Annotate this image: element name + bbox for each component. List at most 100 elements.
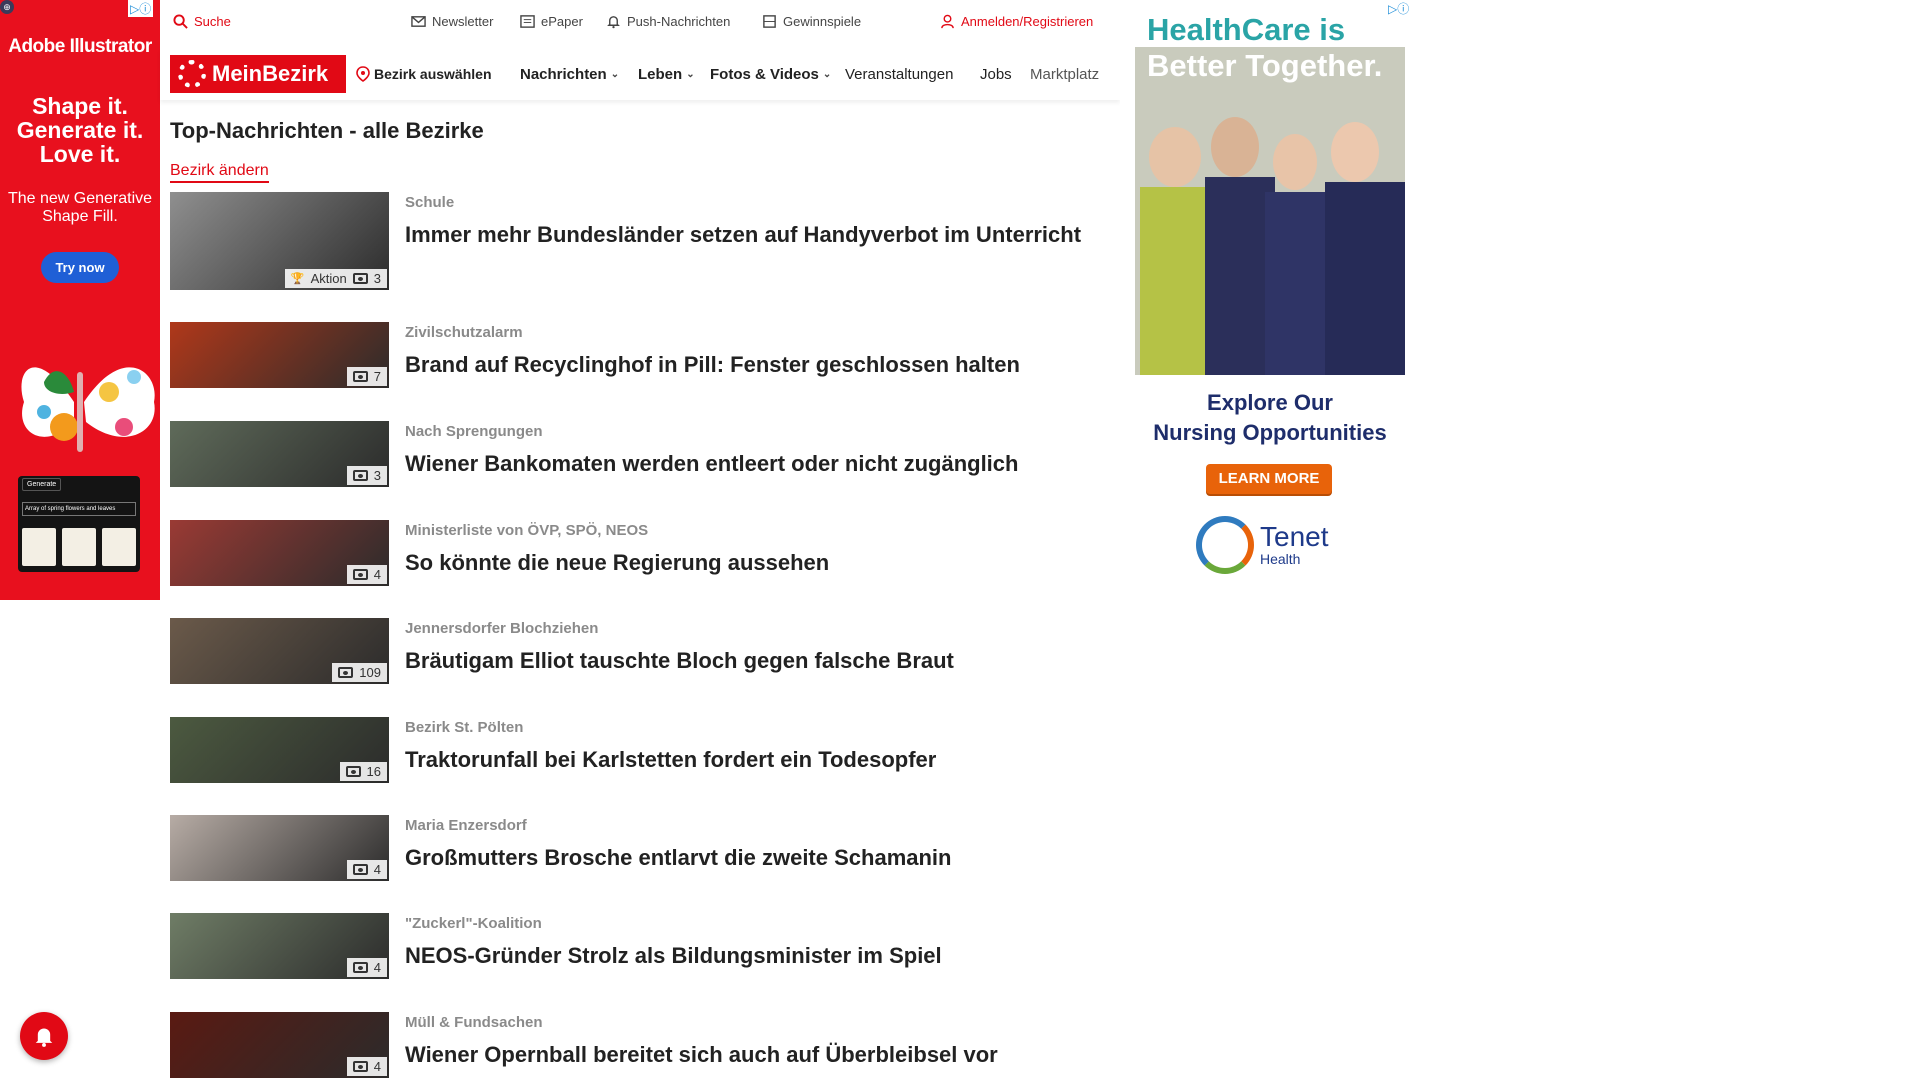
generated-thumbnails (22, 528, 136, 566)
photo-count-badge: 4 (346, 958, 387, 977)
chevron-down-icon: ⌄ (822, 69, 832, 80)
ad-left-banner[interactable]: Adobe Illustrator Shape it. Generate it.… (0, 0, 160, 600)
photo-count-badge: 7 (346, 367, 387, 386)
gift-icon (763, 15, 776, 28)
nav-fotos-videos[interactable]: Fotos & Videos ⌄ (710, 66, 831, 83)
nav-fotos-videos-label: Fotos & Videos (710, 66, 819, 83)
bezirk-select[interactable]: Bezirk auswählen (356, 66, 492, 82)
newsletter-label: Newsletter (432, 14, 494, 29)
article-thumbnail[interactable]: 4 (170, 913, 389, 979)
nav-leben-label: Leben (638, 66, 683, 83)
article-headline[interactable]: Immer mehr Bundesländer setzen auf Handy… (405, 220, 1105, 250)
photo-count-badge: 16 (339, 762, 387, 781)
photo-count-badge: 109 (332, 663, 387, 682)
photo-count-badge: 🏆 Aktion 3 (284, 269, 387, 288)
article-headline[interactable]: Großmutters Brosche entlarvt die zweite … (405, 843, 1105, 873)
tenet-health-logo: Tenet Health (1196, 516, 1329, 574)
nav-nachrichten-label: Nachrichten (520, 66, 607, 83)
ad-right-explore: Explore Our Nursing Opportunities (1120, 388, 1420, 448)
ad-right-headline-1: HealthCare is (1147, 12, 1346, 47)
meinbezirk-logo[interactable]: MeinBezirk (170, 55, 346, 93)
article-kicker: Zivilschutzalarm (405, 324, 523, 341)
bell-icon (35, 1028, 53, 1047)
photo-count: 4 (373, 567, 381, 582)
article-item[interactable]: 3 Nach Sprengungen Wiener Bankomaten werde… (170, 421, 1120, 491)
article-thumbnail[interactable]: 109 (170, 618, 389, 684)
trophy-icon: 🏆 (290, 273, 305, 285)
article-headline[interactable]: So könnte die neue Regierung aussehen (405, 548, 1105, 578)
photo-count: 4 (373, 862, 381, 877)
generate-panel: Generate Array of spring flowers and lea… (18, 476, 140, 572)
article-item[interactable]: 4 Ministerliste von ÖVP, SPÖ, NEOS So könn… (170, 520, 1120, 590)
article-thumbnail[interactable]: 4 (170, 1012, 389, 1078)
article-headline[interactable]: Wiener Opernball bereitet sich auch auf … (405, 1040, 1105, 1070)
search-icon (173, 14, 188, 29)
article-headline[interactable]: Wiener Bankomaten werden entleert oder n… (405, 449, 1105, 479)
nav-marktplatz[interactable]: Marktplatz (1030, 66, 1110, 83)
gallery-icon (352, 470, 368, 481)
nav-nachrichten[interactable]: Nachrichten ⌄ (520, 66, 619, 83)
nav-jobs-label: Jobs (980, 66, 1012, 83)
nurses-illustration (1135, 47, 1405, 375)
article-kicker: Jennersdorfer Blochziehen (405, 620, 599, 637)
article-kicker: Bezirk St. Pölten (405, 719, 524, 736)
adchoices-icon[interactable]: ▷ⓘ (1388, 0, 1409, 17)
nav-veranstaltungen[interactable]: Veranstaltungen (845, 66, 953, 83)
article-kicker: Schule (405, 194, 455, 211)
nav-leben[interactable]: Leben ⌄ (638, 66, 695, 83)
login-link[interactable]: Anmelden/Registrieren (940, 14, 1093, 29)
adobe-illustrator-logo: Adobe Illustrator (8, 36, 152, 57)
article-thumbnail[interactable]: 4 (170, 520, 389, 586)
photo-count: 3 (373, 271, 381, 286)
epaper-label: ePaper (541, 14, 583, 29)
logo-ring-icon (178, 60, 206, 88)
logo-text: MeinBezirk (212, 61, 329, 86)
nav-jobs[interactable]: Jobs (980, 66, 1012, 83)
gewinnspiele-link[interactable]: Gewinnspiele (762, 14, 861, 29)
article-item[interactable]: 🏆 Aktion 3 Schule Immer mehr Bundesländer se… (170, 192, 1120, 290)
article-headline[interactable]: Bräutigam Elliot tauschte Bloch gegen fa… (405, 646, 1105, 676)
article-thumbnail[interactable]: 16 (170, 717, 389, 783)
epaper-link[interactable]: ePaper (520, 14, 583, 29)
main-navigation: MeinBezirk Bezirk auswählen Nachrichten ⌄… (160, 48, 1120, 100)
gallery-icon (352, 273, 368, 284)
explore-line-1: Explore Our (1207, 390, 1333, 415)
learn-more-button[interactable]: LEARN MORE (1206, 464, 1332, 494)
notification-bell-button[interactable] (20, 1012, 68, 1060)
butterfly-illustration (21, 367, 155, 452)
article-headline[interactable]: Brand auf Recyclinghof in Pill: Fenster … (405, 350, 1105, 380)
article-item[interactable]: 16 Bezirk St. Pölten Traktorunfall bei Kar… (170, 717, 1120, 787)
article-item[interactable]: 4 Müll & Fundsachen Wiener Opernball berei… (170, 1012, 1120, 1080)
photo-count: 4 (373, 960, 381, 975)
push-label: Push-Nachrichten (627, 14, 731, 29)
search-link[interactable]: Suche (173, 14, 231, 29)
thumbnail (102, 528, 136, 566)
thumbnail (62, 528, 96, 566)
article-thumbnail[interactable]: 3 (170, 421, 389, 487)
article-item[interactable]: 4 "Zuckerl"-Koalition NEOS-Gründer Strolz … (170, 913, 1120, 983)
article-item[interactable]: 109 Jennersdorfer Blochziehen Bräutigam El… (170, 618, 1120, 688)
article-headline[interactable]: Traktorunfall bei Karlstetten fordert ei… (405, 745, 1105, 775)
try-now-button[interactable]: Try now (41, 252, 119, 283)
article-thumbnail[interactable]: 7 (170, 322, 389, 388)
newsletter-link[interactable]: Newsletter (411, 14, 493, 29)
generate-prompt: Array of spring flowers and leaves (22, 502, 136, 516)
page: Adobe Illustrator Shape it. Generate it.… (0, 0, 1920, 1080)
ad-right-banner[interactable]: HealthCare is Better Together. Explore O… (1120, 0, 1420, 600)
article-item[interactable]: 7 Zivilschutzalarm Brand auf Recyclinghof … (170, 322, 1120, 392)
push-notifications-link[interactable]: Push-Nachrichten (606, 14, 730, 29)
article-thumbnail[interactable]: 🏆 Aktion 3 (170, 192, 389, 290)
article-headline[interactable]: NEOS-Gründer Strolz als Bildungsminister… (405, 941, 1105, 971)
generate-button[interactable]: Generate (22, 478, 62, 491)
ad-left-subline: The new Generative Shape Fill. (7, 190, 153, 225)
article-item[interactable]: 4 Maria Enzersdorf Großmutters Brosche ent… (170, 815, 1120, 885)
article-kicker: Müll & Fundsachen (405, 1014, 543, 1031)
nurses-photo (1135, 47, 1405, 375)
article-thumbnail[interactable]: 4 (170, 815, 389, 881)
photo-count: 3 (373, 468, 381, 483)
explore-line-2: Nursing Opportunities (1153, 420, 1387, 445)
login-label: Anmelden/Registrieren (961, 14, 1094, 29)
change-bezirk-link[interactable]: Bezirk ändern (170, 162, 269, 183)
privacy-icon[interactable]: ⊕ (0, 0, 14, 14)
adchoices-icon[interactable]: ▷ⓘ (128, 0, 154, 17)
